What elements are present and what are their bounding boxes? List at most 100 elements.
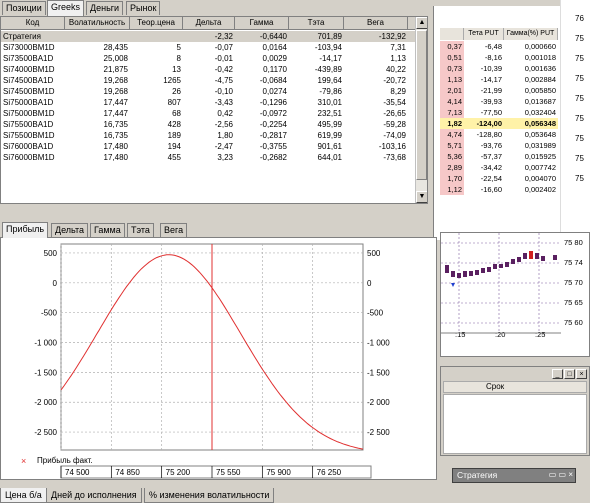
table-cell-gamma: 0,1170 xyxy=(263,65,287,74)
table-cell-theta: -21,99 xyxy=(480,86,502,95)
table-cell-vol: 28,435 xyxy=(103,43,128,52)
tab-profit[interactable]: Прибыль xyxy=(2,222,49,238)
top-tab-strip: Позиции Greeks Деньги Рынок xyxy=(0,0,440,16)
table-row[interactable]: Si73500BA1D 25,008 8 -0,01 0,0029 -14,17 1,13 xyxy=(1,53,421,64)
table-cell-vol: 25,008 xyxy=(103,54,128,63)
table-cell-gamma: -0,2682 xyxy=(259,153,287,162)
table-cell-code: Si76000BM1D xyxy=(3,153,55,162)
table-row[interactable]: 5,36 -57,37 0,015925 xyxy=(440,151,558,162)
table-row[interactable]: Si76000BA1D 17,480 194 -2,47 -0,3755 901,61 -1… xyxy=(1,141,421,152)
tab-greeks[interactable]: Greeks xyxy=(47,0,85,16)
table-cell-gamma: 0,013687 xyxy=(524,97,556,106)
price-scale-label: 75 xyxy=(575,34,584,43)
put-options-table: Тета PUT Гамма(%) PUT 0,37 -6,48 0,000660 0… xyxy=(440,28,558,226)
tab-market[interactable]: Рынок xyxy=(126,1,161,15)
table-row[interactable]: 1,13 -14,17 0,002884 xyxy=(440,74,558,85)
column-header[interactable]: Вега xyxy=(344,17,408,30)
table-row[interactable]: 4,14 -39,93 0,013687 xyxy=(440,96,558,107)
table-row[interactable]: Si76000BM1D 17,480 455 3,23 -0,2682 644,01 -73… xyxy=(1,152,421,163)
table-cell-gamma: 0,005850 xyxy=(524,86,556,95)
table-row[interactable]: 2,01 -21,99 0,005850 xyxy=(440,85,558,96)
table-row[interactable]: Si75500BA1D 16,735 428 -2,56 -0,2254 495,99 -5… xyxy=(1,119,421,130)
tab-positions[interactable]: Позиции xyxy=(2,1,46,15)
table-cell-theta: -103,94 xyxy=(314,43,342,52)
scroll-thumb[interactable] xyxy=(416,30,427,180)
term-column-header[interactable]: Срок xyxy=(486,382,504,391)
table-cell-theta: -39,93 xyxy=(480,97,502,106)
minimize-icon[interactable]: _ xyxy=(552,369,563,379)
column-header[interactable]: Тэта xyxy=(289,17,344,30)
y-tick-label: -2 000 xyxy=(34,398,57,407)
column-header[interactable]: Тета PUT xyxy=(464,28,504,40)
table-cell-vol: 21,875 xyxy=(103,65,128,74)
table-row[interactable]: 1,82 -124,00 0,056348 xyxy=(440,118,558,129)
table-cell-vol: 17,447 xyxy=(103,109,128,118)
x-tick-label: 76 250 xyxy=(317,468,342,477)
table-cell-vol: 17,480 xyxy=(103,153,128,162)
table-cell-vol xyxy=(65,31,130,42)
column-header[interactable]: Волатильность xyxy=(65,17,130,30)
price-chart-window: :15 :20 :25 75 80 75 74 75 70 75 65 75 6… xyxy=(440,232,590,357)
table-cell-gamma: 0,015925 xyxy=(524,152,556,161)
column-header[interactable]: Дельта xyxy=(183,17,235,30)
column-header[interactable]: Гамма xyxy=(235,17,289,30)
scroll-down-icon[interactable]: ▼ xyxy=(416,191,427,203)
table-row[interactable]: Si74000BM1D 21,875 13 -0,42 0,1170 -439,89 40,… xyxy=(1,64,421,75)
tab-days-to-expiry[interactable]: Дней до исполнения xyxy=(46,488,142,503)
table-cell-price: 1,82 xyxy=(447,119,462,128)
column-header[interactable]: Теор.цена xyxy=(130,17,183,30)
column-header[interactable]: Код xyxy=(1,17,65,30)
table-row[interactable]: 0,73 -10,39 0,001636 xyxy=(440,63,558,74)
column-header[interactable]: Гамма(%) PUT xyxy=(504,28,558,40)
tab-bid-ask-price[interactable]: Цена б/а xyxy=(0,488,47,503)
strategy-row[interactable]: Стратегия -2,32 -0,6440 701,89 -132,92 xyxy=(1,31,421,42)
y-tick-label: -1 000 xyxy=(367,339,390,348)
tab-volatility-change[interactable]: % изменения волатильности xyxy=(144,488,275,503)
table-cell-delta: -2,47 xyxy=(214,142,233,151)
table-row[interactable]: Si73000BM1D 28,435 5 -0,07 0,0164 -103,94 7,31 xyxy=(1,42,421,53)
price-scale-label: 75 xyxy=(575,174,584,183)
table-cell-gamma: 0,032404 xyxy=(524,108,556,117)
table-row[interactable]: 7,13 -77,50 0,032404 xyxy=(440,107,558,118)
tab-delta[interactable]: Дельта xyxy=(51,223,89,237)
table-cell-theta: -124,00 xyxy=(476,119,502,128)
table-row[interactable]: Si74500BA1D 19,268 1265 -4,75 -0,0684 199,64 -… xyxy=(1,75,421,86)
table-cell-gamma: 0,000660 xyxy=(524,42,556,51)
table-cell-vega: -59,28 xyxy=(383,120,406,129)
table-row[interactable]: 5,71 -93,76 0,031989 xyxy=(440,140,558,151)
tab-money[interactable]: Деньги xyxy=(86,1,124,15)
table-row[interactable]: Si74500BM1D 19,268 26 -0,10 0,0274 -79,86 8,29 xyxy=(1,86,421,97)
table-cell-price: 68 xyxy=(172,109,181,118)
table-row[interactable]: 0,51 -8,16 0,001018 xyxy=(440,52,558,63)
table-cell-price: 13 xyxy=(172,65,181,74)
tab-theta[interactable]: Тэта xyxy=(127,223,154,237)
tab-vega[interactable]: Вега xyxy=(160,223,188,237)
table-cell-price: 0,73 xyxy=(440,63,464,74)
table-row[interactable]: Si75500BM1D 16,735 189 1,80 -0,2817 619,99 -74… xyxy=(1,130,421,141)
table-row[interactable]: Si75000BM1D 17,447 68 0,42 -0,0972 232,51 -26,… xyxy=(1,108,421,119)
table-row[interactable]: 4,74 -128,80 0,053648 xyxy=(440,129,558,140)
table-cell-theta: 199,64 xyxy=(317,76,342,85)
close-icon[interactable]: × xyxy=(576,369,587,379)
table-row[interactable]: 0,37 -6,48 0,000660 xyxy=(440,41,558,52)
table-cell-gamma: -0,3755 xyxy=(259,142,287,151)
table-row[interactable]: 1,70 -22,54 0,004070 xyxy=(440,173,558,184)
greeks-scrollbar[interactable]: ▲ ▼ xyxy=(415,17,427,203)
table-cell-delta: -0,42 xyxy=(214,65,233,74)
table-cell-price: 2,89 xyxy=(440,162,464,173)
table-cell-theta: -77,50 xyxy=(480,108,502,117)
table-cell-price: 2,01 xyxy=(440,85,464,96)
table-cell-vega: -73,68 xyxy=(383,153,406,162)
y-tick-label: -1 500 xyxy=(367,368,390,377)
table-cell-vega: -74,09 xyxy=(383,131,406,140)
table-row[interactable]: 1,12 -16,60 0,002402 xyxy=(440,184,558,195)
table-row[interactable]: 2,89 -34,42 0,007742 xyxy=(440,162,558,173)
table-cell-delta: -2,32 xyxy=(214,32,233,41)
scroll-up-icon[interactable]: ▲ xyxy=(416,17,427,29)
strategy-window-title[interactable]: Стратегия xyxy=(457,470,497,480)
table-cell-price: 194 xyxy=(167,142,181,151)
tab-gamma[interactable]: Гамма xyxy=(90,223,125,237)
window-controls-icon[interactable]: ▭ ▭ × xyxy=(549,470,573,479)
table-row[interactable]: Si75000BA1D 17,447 807 -3,43 -0,1296 310,01 -3… xyxy=(1,97,421,108)
maximize-icon[interactable]: □ xyxy=(564,369,575,379)
